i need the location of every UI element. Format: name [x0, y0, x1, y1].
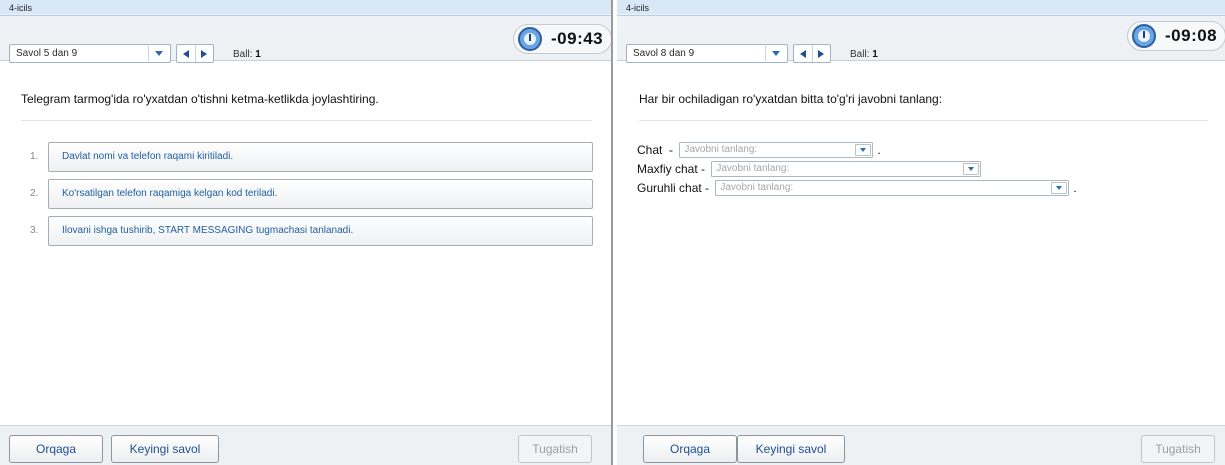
question-nav: [793, 44, 831, 63]
quiz-footer: Orqaga Keyingi savol Tugatish: [0, 425, 611, 465]
question-nav: [176, 44, 214, 63]
answer-dropdown[interactable]: Javobni tanlang:: [711, 161, 982, 177]
header-divider: [617, 15, 1225, 16]
draggable-answer[interactable]: Ilovani ishga tushirib, START MESSAGING …: [48, 216, 593, 246]
finish-button[interactable]: Tugatish: [518, 435, 592, 463]
score-label: Ball:: [850, 49, 870, 60]
answer-text: Ko'rsatilgan telefon raqamiga kelgan kod…: [62, 188, 278, 199]
match-suffix: .: [877, 143, 881, 157]
question-divider: [639, 120, 1208, 121]
prev-question-button[interactable]: [177, 45, 195, 62]
score-value: 1: [872, 49, 878, 60]
quiz-panel-matching: 4-icils Savol 8 dan 9 Ball: 1 -09:08 Har…: [617, 0, 1225, 465]
prev-question-button[interactable]: [794, 45, 812, 62]
countdown-timer: -09:43: [513, 24, 611, 54]
draggable-answer[interactable]: Davlat nomi va telefon raqami kiritiladi…: [48, 142, 593, 172]
arrow-left-icon: [799, 49, 806, 58]
list-item: Guruhli chat - Javobni tanlang: .: [637, 179, 1077, 197]
chevron-down-icon[interactable]: [148, 46, 168, 61]
next-question-arrow-button[interactable]: [194, 45, 214, 62]
arrow-right-icon: [201, 49, 208, 58]
list-item: Maxfiy chat - Javobni tanlang:: [637, 160, 1077, 178]
chevron-down-icon[interactable]: [765, 46, 785, 61]
match-label: Chat -: [637, 143, 677, 157]
quiz-header: 4-icils Savol 8 dan 9 Ball: 1 -09:08: [617, 0, 1225, 63]
match-label: Maxfiy chat -: [637, 162, 709, 176]
match-label: Guruhli chat -: [637, 181, 713, 195]
back-button[interactable]: Orqaga: [643, 435, 737, 463]
timer-value: -09:43: [551, 29, 604, 48]
match-suffix: .: [1073, 181, 1077, 195]
question-text: Har bir ochiladigan ro'yxatdan bitta to'…: [639, 92, 943, 106]
header-divider: [0, 15, 611, 16]
quiz-header: 4-icils Savol 5 dan 9 Ball: 1 -09:43: [0, 0, 611, 63]
list-item: 3. Ilovani ishga tushirib, START MESSAGI…: [24, 216, 593, 246]
arrow-right-icon: [818, 49, 825, 58]
back-button[interactable]: Orqaga: [9, 435, 103, 463]
score-display: Ball: 1: [850, 49, 878, 60]
score-label: Ball:: [233, 49, 253, 60]
countdown-timer: -09:08: [1127, 21, 1225, 51]
item-number: 3.: [30, 225, 39, 236]
chevron-down-icon[interactable]: [855, 144, 872, 156]
chevron-down-icon[interactable]: [1051, 182, 1068, 194]
question-select[interactable]: Savol 5 dan 9: [9, 44, 171, 63]
question-select-value: Savol 8 dan 9: [633, 48, 695, 59]
dropdown-placeholder: Javobni tanlang:: [720, 182, 794, 193]
question-divider: [21, 120, 592, 121]
question-select-value: Savol 5 dan 9: [16, 48, 78, 59]
score-value: 1: [255, 49, 261, 60]
next-question-button[interactable]: Keyingi savol: [737, 435, 845, 463]
draggable-answer[interactable]: Ko'rsatilgan telefon raqamiga kelgan kod…: [48, 179, 593, 209]
stopwatch-icon: [518, 27, 542, 51]
ordering-list: 1. Davlat nomi va telefon raqami kiritil…: [24, 142, 593, 253]
question-text: Telegram tarmog'ida ro'yxatdan o'tishni …: [21, 92, 379, 106]
matching-list: Chat - Javobni tanlang: . Maxfiy chat - …: [637, 141, 1077, 198]
answer-dropdown[interactable]: Javobni tanlang:: [679, 142, 874, 158]
quiz-footer: Orqaga Keyingi savol Tugatish: [617, 425, 1225, 465]
timer-value: -09:08: [1165, 26, 1218, 45]
arrow-left-icon: [182, 49, 189, 58]
stopwatch-icon: [1132, 24, 1156, 48]
finish-button[interactable]: Tugatish: [1141, 435, 1215, 463]
quiz-panel-ordering: 4-icils Savol 5 dan 9 Ball: 1 -09:43 Tel…: [0, 0, 611, 465]
item-number: 2.: [30, 188, 39, 199]
dropdown-placeholder: Javobni tanlang:: [684, 144, 758, 155]
answer-dropdown[interactable]: Javobni tanlang:: [715, 180, 1070, 196]
item-number: 1.: [30, 151, 39, 162]
list-item: 2. Ko'rsatilgan telefon raqamiga kelgan …: [24, 179, 593, 209]
next-question-button[interactable]: Keyingi savol: [111, 435, 219, 463]
score-display: Ball: 1: [233, 49, 261, 60]
answer-text: Davlat nomi va telefon raqami kiritiladi…: [62, 151, 234, 162]
quiz-title: 4-icils: [9, 3, 33, 13]
panel-divider: [611, 0, 613, 465]
dropdown-placeholder: Javobni tanlang:: [716, 163, 790, 174]
answer-text: Ilovani ishga tushirib, START MESSAGING …: [62, 225, 354, 236]
next-question-arrow-button[interactable]: [811, 45, 831, 62]
list-item: Chat - Javobni tanlang: .: [637, 141, 1077, 159]
quiz-title: 4-icils: [626, 3, 650, 13]
chevron-down-icon[interactable]: [963, 163, 980, 175]
list-item: 1. Davlat nomi va telefon raqami kiritil…: [24, 142, 593, 172]
question-select[interactable]: Savol 8 dan 9: [626, 44, 788, 63]
